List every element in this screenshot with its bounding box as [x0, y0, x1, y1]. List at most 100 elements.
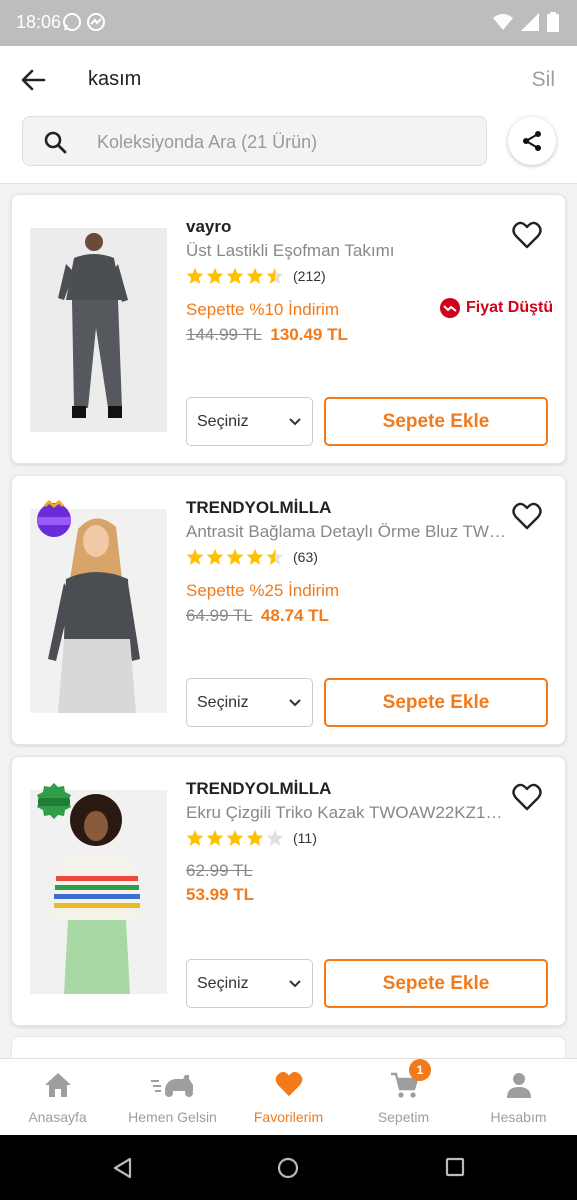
nav-label: Favorilerim: [253, 1109, 324, 1125]
product-brand: vayro: [186, 217, 232, 236]
star-icon: [226, 267, 244, 284]
cart-count-badge: 1: [409, 1059, 431, 1081]
star-icon: [246, 548, 264, 565]
review-count: (212): [293, 268, 326, 284]
product-card[interactable]: TRENDYOLMİLLA Antrasit Bağlama Detaylı Ö…: [11, 475, 566, 745]
battery-icon: [547, 12, 559, 32]
bottom-navigation: Anasayfa Hemen Gelsin Favorilerim Sepeti…: [0, 1058, 577, 1135]
review-count: (63): [293, 549, 318, 565]
chevron-down-icon: [289, 980, 301, 988]
new-price: 48.74 TL: [260, 606, 329, 625]
heart-outline-icon: [512, 783, 542, 811]
user-icon: [506, 1073, 531, 1098]
new-price: 53.99 TL: [186, 885, 255, 904]
star-icon: [246, 829, 264, 846]
share-button[interactable]: [508, 117, 556, 165]
star-icon: [206, 548, 224, 565]
notification-icons: [62, 12, 106, 32]
promo-text: Sepette %25 İndirim: [186, 581, 340, 600]
deal-badge-icon: [37, 783, 71, 819]
wifi-icon: [493, 14, 513, 30]
add-to-cart-button[interactable]: Sepete Ekle: [324, 397, 548, 446]
rating-stars: [186, 548, 284, 566]
star-icon: [186, 267, 204, 284]
star-icon: [246, 267, 264, 284]
system-back-icon[interactable]: [112, 1157, 134, 1179]
product-card[interactable]: vayro Üst Lastikli Eşofman Takımı (212) …: [11, 194, 566, 464]
favorite-button[interactable]: [512, 502, 542, 530]
star-empty-icon: [266, 829, 284, 846]
whatsapp-icon: [63, 13, 81, 31]
size-select[interactable]: Seçiniz: [186, 678, 313, 727]
nav-favorites[interactable]: Favorilerim: [231, 1059, 346, 1136]
collection-search-box[interactable]: [22, 116, 487, 166]
system-recents-icon[interactable]: [445, 1157, 465, 1177]
search-icon: [44, 131, 67, 154]
favorite-button[interactable]: [512, 783, 542, 811]
product-card[interactable]: TRENDYOLMİLLA Ekru Çizgili Triko Kazak T…: [11, 756, 566, 1026]
price-box: 144.99 TL 130.49 TL: [186, 325, 348, 345]
clear-button[interactable]: Sil: [532, 68, 555, 92]
promo-text: Sepette %10 İndirim: [186, 300, 340, 319]
product-name: Antrasit Bağlama Detaylı Örme Bluz TWOAW…: [186, 522, 506, 541]
star-half-icon: [266, 267, 284, 284]
nav-label: Hemen Gelsin: [128, 1109, 217, 1125]
heart-outline-icon: [512, 502, 542, 530]
new-price: 130.49 TL: [270, 325, 348, 344]
nav-label: Hesabım: [490, 1109, 547, 1125]
nav-cart[interactable]: Sepetim: [346, 1059, 461, 1136]
product-brand: TRENDYOLMİLLA: [186, 498, 332, 517]
product-name: Ekru Çizgili Triko Kazak TWOAW22KZ1066: [186, 803, 506, 822]
review-count: (11): [293, 830, 317, 846]
size-select[interactable]: Seçiniz: [186, 959, 313, 1008]
size-select[interactable]: Seçiniz: [186, 397, 313, 446]
home-icon: [44, 1073, 71, 1097]
nav-home[interactable]: Anasayfa: [0, 1059, 115, 1136]
star-icon: [206, 267, 224, 284]
search-input[interactable]: [97, 127, 467, 157]
size-select-label: Seçiniz: [197, 694, 249, 711]
nav-account[interactable]: Hesabım: [461, 1059, 576, 1136]
messenger-icon: [87, 13, 105, 31]
header: kasım Sil: [0, 46, 577, 184]
old-price: 62.99 TL: [186, 861, 253, 880]
favorite-button[interactable]: [512, 221, 542, 249]
star-icon: [186, 829, 204, 846]
rating-stars: [186, 829, 284, 847]
price-drop-icon: [440, 298, 460, 318]
status-time: 18:06: [16, 12, 62, 32]
old-price: 144.99 TL: [186, 325, 262, 344]
back-button[interactable]: [18, 64, 50, 96]
system-home-icon[interactable]: [277, 1157, 299, 1179]
nav-quick-delivery[interactable]: Hemen Gelsin: [115, 1059, 230, 1136]
add-to-cart-button[interactable]: Sepete Ekle: [324, 959, 548, 1008]
rating-stars: [186, 267, 284, 285]
price-box: 64.99 TL 48.74 TL: [186, 606, 329, 626]
arrow-left-icon: [21, 69, 46, 91]
add-to-cart-button[interactable]: Sepete Ekle: [324, 678, 548, 727]
chevron-down-icon: [289, 418, 301, 426]
status-bar: 18:06: [0, 0, 577, 46]
product-rating: (63): [186, 548, 318, 566]
star-icon: [206, 829, 224, 846]
heart-icon: [275, 1071, 302, 1097]
star-half-icon: [266, 548, 284, 565]
size-select-label: Seçiniz: [197, 413, 249, 430]
system-status-icons: [493, 12, 559, 32]
star-icon: [226, 829, 244, 846]
share-icon: [523, 131, 541, 151]
old-price: 64.99 TL: [186, 606, 253, 625]
price-drop-badge: Fiyat Düştü: [440, 298, 553, 318]
page-title: kasım: [88, 68, 142, 90]
product-rating: (11): [186, 829, 317, 847]
chevron-down-icon: [289, 699, 301, 707]
product-rating: (212): [186, 267, 326, 285]
scooter-icon: [150, 1075, 193, 1097]
product-image[interactable]: [30, 228, 167, 432]
big-deal-badge-icon: [37, 500, 71, 537]
price-drop-label: Fiyat Düştü: [466, 299, 554, 316]
system-navigation-bar: [0, 1135, 577, 1200]
signal-icon: [521, 13, 539, 31]
product-name: Üst Lastikli Eşofman Takımı: [186, 241, 395, 260]
nav-label: Anasayfa: [28, 1109, 87, 1125]
